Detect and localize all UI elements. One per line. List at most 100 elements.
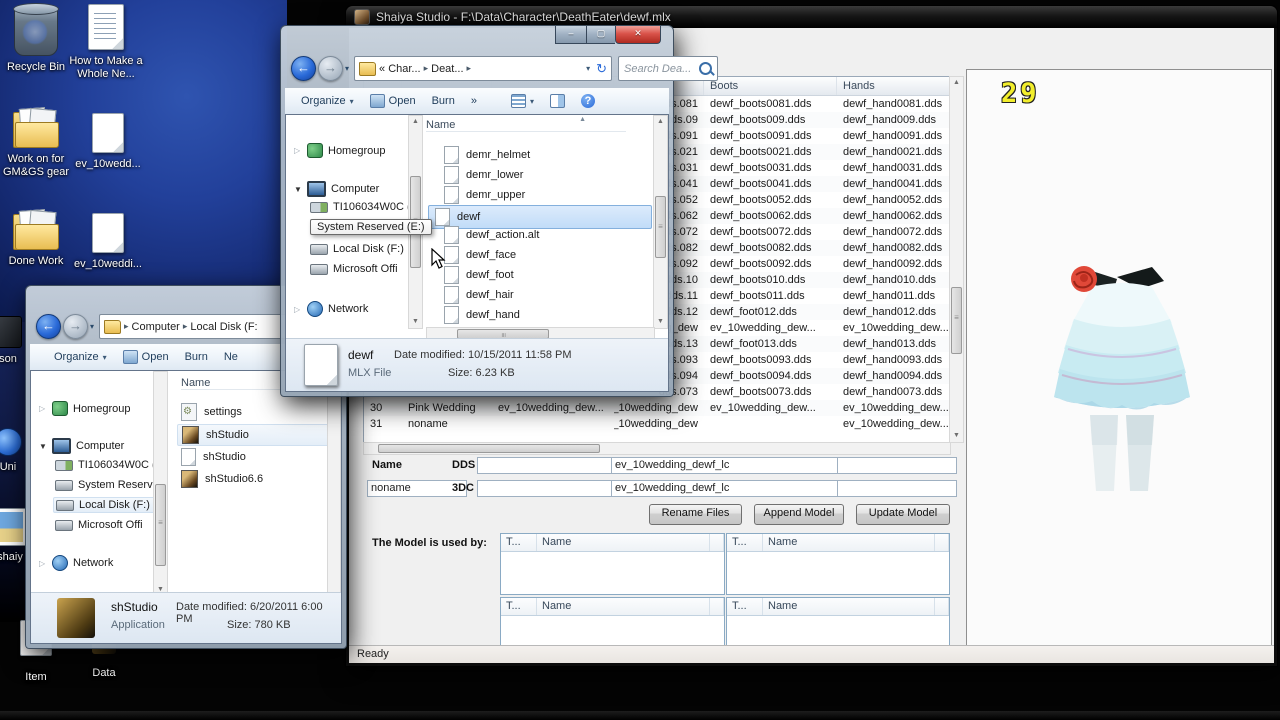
close-button[interactable]: ✕ — [615, 26, 661, 44]
breadcrumb-computer[interactable]: Computer — [132, 321, 180, 333]
filelist-vertical-scrollbar[interactable]: ▲ ≡ ▼ — [653, 115, 668, 329]
sidebar-item-homegroup[interactable]: ▷ Homegroup — [294, 143, 385, 158]
breadcrumb-character[interactable]: « Char... — [379, 63, 421, 75]
open-button[interactable]: Open — [122, 350, 169, 364]
file-demr-lower[interactable]: demr_lower — [444, 166, 523, 184]
expander-icon[interactable]: ▷ — [294, 146, 302, 155]
back-button[interactable]: ← — [291, 56, 316, 81]
file-dewf-hand[interactable]: dewf_hand — [444, 306, 520, 324]
address-bar[interactable]: « Char... ▸ Deat... ▸ ▾ ↻ — [354, 56, 613, 81]
open-button[interactable]: Open — [369, 94, 416, 108]
used-by-table-4[interactable]: T... Name — [726, 597, 950, 646]
sidebar-item-microsoft-office[interactable]: Microsoft Offi — [310, 263, 398, 275]
sidebar-item-computer[interactable]: ▼ Computer — [294, 181, 379, 197]
new-folder-button[interactable]: Ne — [224, 351, 238, 363]
append-model-button[interactable]: Append Model — [754, 504, 844, 525]
burn-button[interactable]: Burn — [185, 351, 208, 363]
desktop-icon-done-work[interactable]: Done Work — [0, 209, 74, 268]
file-dewf-action-alt[interactable]: dewf_action.alt — [444, 226, 539, 244]
sidebar-item-local-disk-f[interactable]: Local Disk (F:) — [53, 497, 157, 513]
file-settings[interactable]: settings — [181, 403, 242, 421]
scroll-down-arrow[interactable]: ▼ — [654, 316, 667, 328]
back-button[interactable]: ← — [36, 314, 61, 339]
update-model-button[interactable]: Update Model — [856, 504, 950, 525]
folder-icon — [104, 319, 122, 334]
expander-icon[interactable]: ▼ — [294, 185, 302, 194]
scrollbar-thumb[interactable]: ≡ — [155, 484, 166, 566]
scrollbar-thumb[interactable]: ≡ — [655, 196, 666, 258]
file-demr-upper[interactable]: demr_upper — [444, 186, 525, 204]
file-dewf-face[interactable]: dewf_face — [444, 246, 516, 264]
maximize-button[interactable]: ▢ — [587, 26, 615, 44]
sidebar-item-local-disk-f[interactable]: Local Disk (F:) — [310, 243, 404, 255]
desktop-icon-ev10weddi[interactable]: ev_10weddi... — [70, 213, 146, 271]
scroll-up-arrow[interactable]: ▲ — [654, 116, 667, 128]
rename-files-button[interactable]: Rename Files — [649, 504, 742, 525]
desktop-icon-work-on-for[interactable]: Work on for GM&GS gear — [0, 107, 74, 179]
forward-button[interactable]: → — [318, 56, 343, 81]
forward-button[interactable]: → — [63, 314, 88, 339]
model-preview-panel[interactable]: 29 — [966, 69, 1272, 648]
tdc-input-3[interactable] — [837, 480, 957, 497]
burn-button[interactable]: Burn — [432, 95, 455, 107]
table-horizontal-scrollbar[interactable] — [363, 442, 951, 455]
breadcrumb-deatheater[interactable]: Deat... — [431, 63, 463, 75]
sidebar-scrollbar[interactable]: ≡ ▼ — [153, 371, 168, 597]
breadcrumb-local-disk[interactable]: Local Disk (F: — [190, 321, 257, 333]
tdc-input-2[interactable]: ev_10wedding_dewf_lc — [611, 480, 839, 497]
history-dropdown-icon[interactable]: ▾ — [90, 322, 94, 331]
expander-icon[interactable]: ▷ — [39, 559, 47, 568]
sidebar-item-system-reserved[interactable]: System Reserv — [55, 479, 153, 491]
scrollbar-thumb[interactable]: ≡ — [951, 287, 962, 354]
dds-input-3[interactable] — [837, 457, 957, 474]
desktop-icon-how-to-make[interactable]: How to Make a Whole Ne... — [68, 4, 144, 81]
help-icon: ? — [580, 94, 595, 108]
table-vertical-scrollbar[interactable]: ▲ ≡ ▼ — [949, 76, 964, 443]
organize-menu[interactable]: Organize ▾ — [301, 95, 354, 107]
dds-input-1[interactable] — [477, 457, 613, 474]
sidebar-item-computer[interactable]: ▼ Computer — [39, 438, 124, 454]
expander-icon[interactable]: ▷ — [39, 404, 47, 413]
used-by-table-2[interactable]: T... Name — [726, 533, 950, 595]
scroll-up-arrow[interactable]: ▲ — [409, 116, 422, 128]
name-column-header[interactable]: Name ▲ — [426, 116, 626, 132]
table-row[interactable]: 30 Pink Wedding ev_10wedding_dew... ev_1… — [364, 400, 950, 416]
file-shstudio[interactable]: shStudio — [181, 448, 246, 466]
refresh-icon[interactable]: ↻ — [596, 61, 607, 77]
icon-label: Recycle Bin — [6, 61, 66, 73]
sidebar-item-microsoft-office[interactable]: Microsoft Offi — [55, 519, 143, 531]
help-button[interactable]: ? — [580, 94, 595, 108]
table-row[interactable]: 31 noname ev_10wedding_dew... ev_10weddi… — [364, 416, 950, 432]
used-by-table-3[interactable]: T... Name — [500, 597, 725, 646]
address-dropdown-icon[interactable]: ▾ — [586, 64, 590, 73]
file-shstudio66[interactable]: shStudio6.6 — [181, 470, 263, 488]
desktop-icon-ev10wedd[interactable]: ev_10wedd... — [70, 113, 146, 171]
tdc-input-1[interactable] — [477, 480, 613, 497]
sidebar-item-network[interactable]: ▷ Network — [294, 301, 368, 317]
history-dropdown-icon[interactable]: ▾ — [345, 64, 349, 73]
more-commands-chevron[interactable]: » — [471, 95, 477, 107]
scroll-down-arrow[interactable]: ▼ — [950, 430, 963, 442]
minimize-button[interactable]: – — [555, 26, 587, 44]
expander-icon[interactable]: ▷ — [294, 305, 302, 314]
expander-icon[interactable]: ▼ — [39, 442, 47, 451]
scroll-down-arrow[interactable]: ▼ — [409, 316, 422, 328]
search-box[interactable]: Search Dea... — [618, 56, 719, 81]
scroll-up-arrow[interactable]: ▲ — [950, 77, 963, 89]
file-dewf-foot[interactable]: dewf_foot — [444, 266, 514, 284]
filelist-scrollbar[interactable] — [327, 371, 341, 597]
sidebar-item-drive-c[interactable]: TI106034W0C ( — [310, 201, 411, 213]
desktop-icon-recycle-bin[interactable]: Recycle Bin — [0, 3, 74, 74]
preview-pane-button[interactable] — [549, 94, 565, 108]
views-button[interactable]: ▾ — [510, 94, 534, 108]
file-demr-helmet[interactable]: demr_helmet — [444, 146, 530, 164]
sidebar-item-drive-c[interactable]: TI106034W0C ( — [55, 459, 156, 471]
dds-input-2[interactable]: ev_10wedding_dewf_lc — [611, 457, 839, 474]
file-shstudio-exe[interactable]: shStudio — [177, 424, 337, 446]
used-by-table-1[interactable]: T... Name — [500, 533, 725, 595]
scrollbar-thumb[interactable] — [378, 444, 600, 453]
file-icon — [435, 208, 450, 226]
sidebar-item-network[interactable]: ▷ Network — [39, 555, 113, 571]
organize-menu[interactable]: Organize ▾ — [54, 351, 107, 363]
sidebar-item-homegroup[interactable]: ▷ Homegroup — [39, 401, 130, 416]
